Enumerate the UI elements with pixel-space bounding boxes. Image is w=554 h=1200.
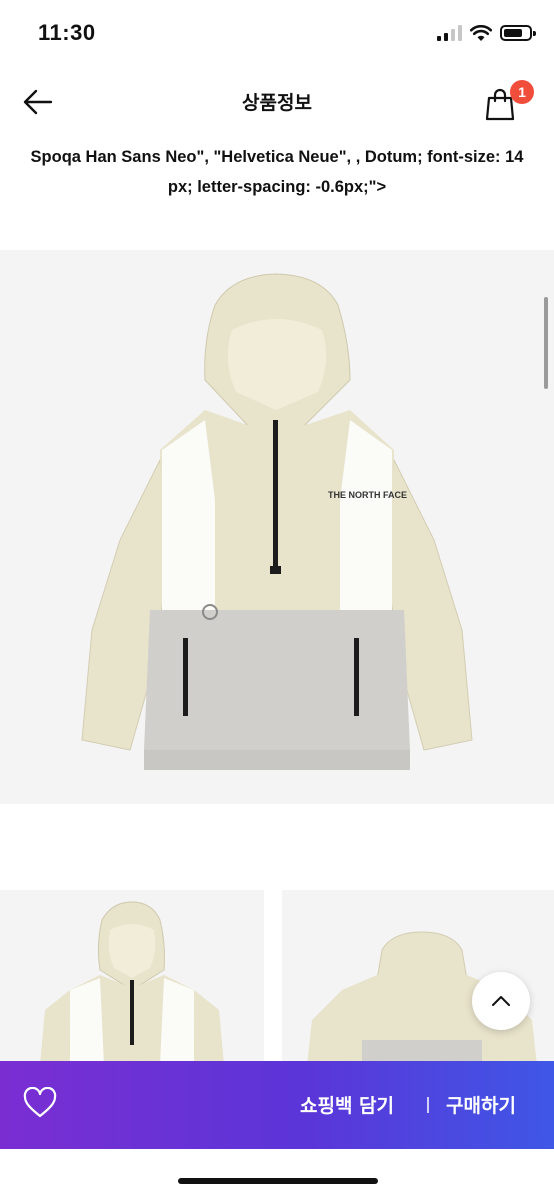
home-indicator[interactable]	[178, 1178, 378, 1184]
scroll-to-top-button[interactable]	[472, 972, 530, 1030]
header: 상품정보 1	[0, 66, 554, 138]
thumbnail-front[interactable]	[0, 890, 264, 1065]
product-description-text: Spoqa Han Sans Neo", "Helvetica Neue", ,…	[0, 142, 554, 202]
brand-logo: THE NORTH FACE	[328, 490, 407, 500]
page-scrollbar[interactable]	[544, 297, 548, 389]
status-icons	[437, 22, 536, 44]
signal-icon	[437, 25, 462, 41]
wishlist-button[interactable]	[22, 1086, 60, 1123]
buy-now-button[interactable]: 구매하기	[446, 1091, 516, 1118]
description-line: Spoqa Han Sans Neo", "Helvetica Neue", ,…	[30, 148, 524, 166]
safe-area	[0, 1149, 554, 1200]
description-line: px; letter-spacing: -0.6px;">	[167, 178, 387, 196]
battery-icon	[500, 25, 536, 41]
status-time: 11:30	[38, 20, 96, 45]
cart-button[interactable]: 1	[482, 80, 534, 124]
heart-icon	[23, 1086, 57, 1118]
jacket-front-image: THE NORTH FACE	[81, 273, 473, 770]
jacket-front-thumb-image	[40, 901, 224, 1065]
page-title: 상품정보	[242, 92, 312, 114]
cart-count-badge: 1	[510, 80, 534, 104]
add-to-cart-button[interactable]: 쇼핑백 담기	[300, 1091, 394, 1118]
bottom-action-bar: 쇼핑백 담기 구매하기	[0, 1061, 554, 1149]
button-divider	[427, 1097, 429, 1113]
wifi-icon	[470, 24, 492, 41]
status-bar: 11:30	[0, 0, 554, 66]
chevron-up-icon	[492, 996, 510, 1006]
main-product-image[interactable]: THE NORTH FACE	[0, 250, 554, 804]
